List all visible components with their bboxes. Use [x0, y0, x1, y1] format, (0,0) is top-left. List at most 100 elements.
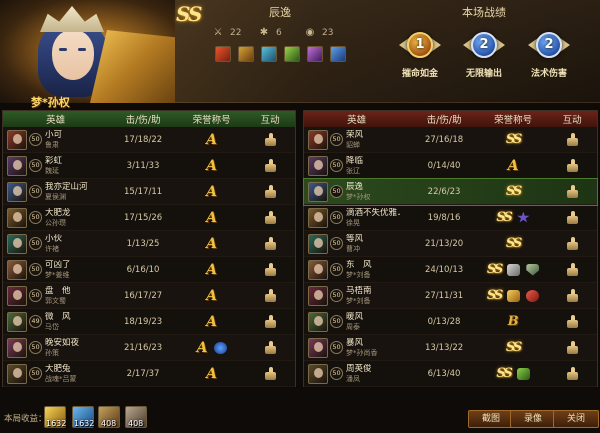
interact-cell	[245, 133, 295, 146]
table-row[interactable]: 50 彩虹 魏延 3/11/33 A	[3, 153, 295, 179]
hero-avatar[interactable]	[308, 155, 328, 176]
thumbs-up-icon[interactable]	[566, 315, 579, 328]
player-name: 小可	[45, 129, 63, 140]
interact-cell	[245, 211, 295, 224]
table-row[interactable]: 50 荣风 貂蝉 27/16/18 SS	[304, 127, 597, 153]
honor-cell: A	[178, 158, 246, 174]
kda-value: 21/16/23	[123, 342, 163, 353]
table-row[interactable]: 50 暖风 周泰 0/13/28 B	[304, 309, 597, 335]
star-honor-badge-icon[interactable]	[517, 211, 530, 223]
thumbs-up-icon[interactable]	[566, 133, 579, 146]
table-row[interactable]: 50 大肥兔 战魂*吕蒙 2/17/37 A	[3, 361, 295, 387]
player-names: 小可 鲁肃	[45, 130, 62, 150]
thumbs-up-icon[interactable]	[566, 159, 579, 172]
honor-label: 法术伤害	[530, 69, 567, 79]
thumbs-up-icon[interactable]	[566, 237, 579, 250]
interact-cell	[547, 133, 597, 146]
table-row[interactable]: 50 暴风 梦*孙尚香 13/13/22 SS	[304, 335, 597, 361]
level-badge: 50	[29, 159, 42, 172]
hero-avatar[interactable]	[308, 181, 328, 202]
hero-avatar[interactable]	[7, 337, 27, 358]
replay-button[interactable]: 录像	[510, 410, 556, 428]
thumbs-up-icon[interactable]	[264, 367, 277, 380]
thumbs-up-icon[interactable]	[264, 315, 277, 328]
equipment-row	[215, 46, 346, 62]
table-row[interactable]: 50 降临 张辽 0/14/40 A	[304, 153, 597, 179]
table-row[interactable]: 50 东 风梦*刘备 24/10/13 SS	[304, 257, 597, 283]
thumbs-up-icon[interactable]	[264, 289, 277, 302]
item-slot-3[interactable]	[261, 46, 277, 62]
deaths-value: 6	[276, 28, 282, 38]
hero-avatar[interactable]	[7, 155, 27, 176]
green-honor-badge-icon[interactable]	[516, 367, 530, 380]
blue-honor-badge-icon[interactable]	[213, 341, 227, 354]
thumbs-up-icon[interactable]	[264, 237, 277, 250]
rank-s-icon: SS	[505, 184, 522, 199]
hero-avatar[interactable]	[308, 259, 328, 280]
hero-avatar[interactable]	[7, 207, 27, 228]
hero-avatar[interactable]	[308, 129, 328, 150]
hero-avatar[interactable]	[7, 285, 27, 306]
item-slot-2[interactable]	[238, 46, 254, 62]
thumbs-up-icon[interactable]	[264, 159, 277, 172]
table-row[interactable]: 50 马梧南 梦*刘备 27/11/31 SS	[304, 283, 597, 309]
interact-cell	[245, 159, 295, 172]
honor-medal-2[interactable]: 2 无限输出	[455, 28, 513, 79]
hero-avatar[interactable]	[7, 311, 27, 332]
hero-avatar[interactable]	[308, 337, 328, 358]
item-slot-4[interactable]	[284, 46, 300, 62]
hero-avatar[interactable]	[7, 259, 27, 280]
thumbs-up-icon[interactable]	[264, 263, 277, 276]
player-names: 彩虹 魏延	[45, 156, 62, 176]
item-slot-1[interactable]	[215, 46, 231, 62]
honor-medal-3[interactable]: 2 法术伤害	[520, 28, 578, 79]
hero-avatar[interactable]	[308, 233, 328, 254]
thumbs-up-icon[interactable]	[566, 185, 579, 198]
table-row[interactable]: 49 微 风马岱 18/19/23 A	[3, 309, 295, 335]
table-row[interactable]: 50 辰逸 梦*孙权 22/6/23 SS	[303, 178, 598, 206]
thumbs-up-icon[interactable]	[566, 211, 579, 224]
item-slot-5[interactable]	[307, 46, 323, 62]
table-row[interactable]: 50 小可 鲁肃 17/18/22 A	[3, 127, 295, 153]
thumbs-up-icon[interactable]	[264, 211, 277, 224]
hero-avatar[interactable]	[308, 311, 328, 332]
table-row[interactable]: 50 小伙 许褚 1/13/25 A	[3, 231, 295, 257]
hero-avatar[interactable]	[7, 233, 27, 254]
thumbs-up-icon[interactable]	[264, 133, 277, 146]
table-row[interactable]: 50 大肥龙 公孙瓒 17/15/26 A	[3, 205, 295, 231]
thumbs-up-icon[interactable]	[566, 263, 579, 276]
silver-honor-badge-icon[interactable]	[507, 263, 521, 276]
hero-avatar[interactable]	[7, 363, 27, 384]
hero-avatar[interactable]	[7, 129, 27, 150]
honor-medal-1[interactable]: 1 摧命如金	[391, 28, 449, 79]
thumbs-up-icon[interactable]	[264, 185, 277, 198]
player-names: 大肥龙 公孙瓒	[45, 208, 71, 228]
level-badge: 50	[330, 263, 343, 276]
table-row[interactable]: 50 滴酒不失优雅． 徐晃 19/8/16 SS	[304, 205, 597, 231]
honor-cell: A	[479, 158, 548, 174]
match-summary-header: SS 辰逸 ⚔ 22 ✱ 6 ◉ 23 本场战绩 1 摧命如金 2 无限输出 2…	[0, 0, 600, 109]
thumbs-up-icon[interactable]	[566, 341, 579, 354]
gold-honor-badge-icon[interactable]	[507, 289, 521, 302]
table-row[interactable]: 50 晚安如夜 孙策 21/16/23 A	[3, 335, 295, 361]
kda-value: 21/13/20	[424, 238, 464, 249]
red-honor-badge-icon[interactable]	[526, 289, 540, 302]
hero-avatar[interactable]	[308, 207, 328, 228]
hero-avatar[interactable]	[308, 363, 328, 384]
table-row[interactable]: 50 周英俊 潘凤 6/13/40 SS	[304, 361, 597, 387]
table-row[interactable]: 50 等风 曹冲 21/13/20 SS	[304, 231, 597, 257]
table-row[interactable]: 50 盘 他郭文蜀 16/17/27 A	[3, 283, 295, 309]
assists-stat: ◉ 23	[304, 27, 344, 39]
table-row[interactable]: 50 我亦定山河 夏侯渊 15/17/11 A	[3, 179, 295, 205]
thumbs-up-icon[interactable]	[566, 367, 579, 380]
item-slot-6[interactable]	[330, 46, 346, 62]
hero-avatar[interactable]	[308, 285, 328, 306]
close-button[interactable]: 关闭	[553, 410, 599, 428]
thumbs-up-icon[interactable]	[264, 341, 277, 354]
screenshot-button[interactable]: 截图	[468, 410, 514, 428]
table-row[interactable]: 50 可凶了 梦*姜维 6/16/10 A	[3, 257, 295, 283]
hero-avatar[interactable]	[7, 181, 27, 202]
shield-honor-badge-icon[interactable]	[526, 263, 540, 276]
thumbs-up-icon[interactable]	[566, 289, 579, 302]
player-name: 可凶了	[45, 259, 71, 270]
